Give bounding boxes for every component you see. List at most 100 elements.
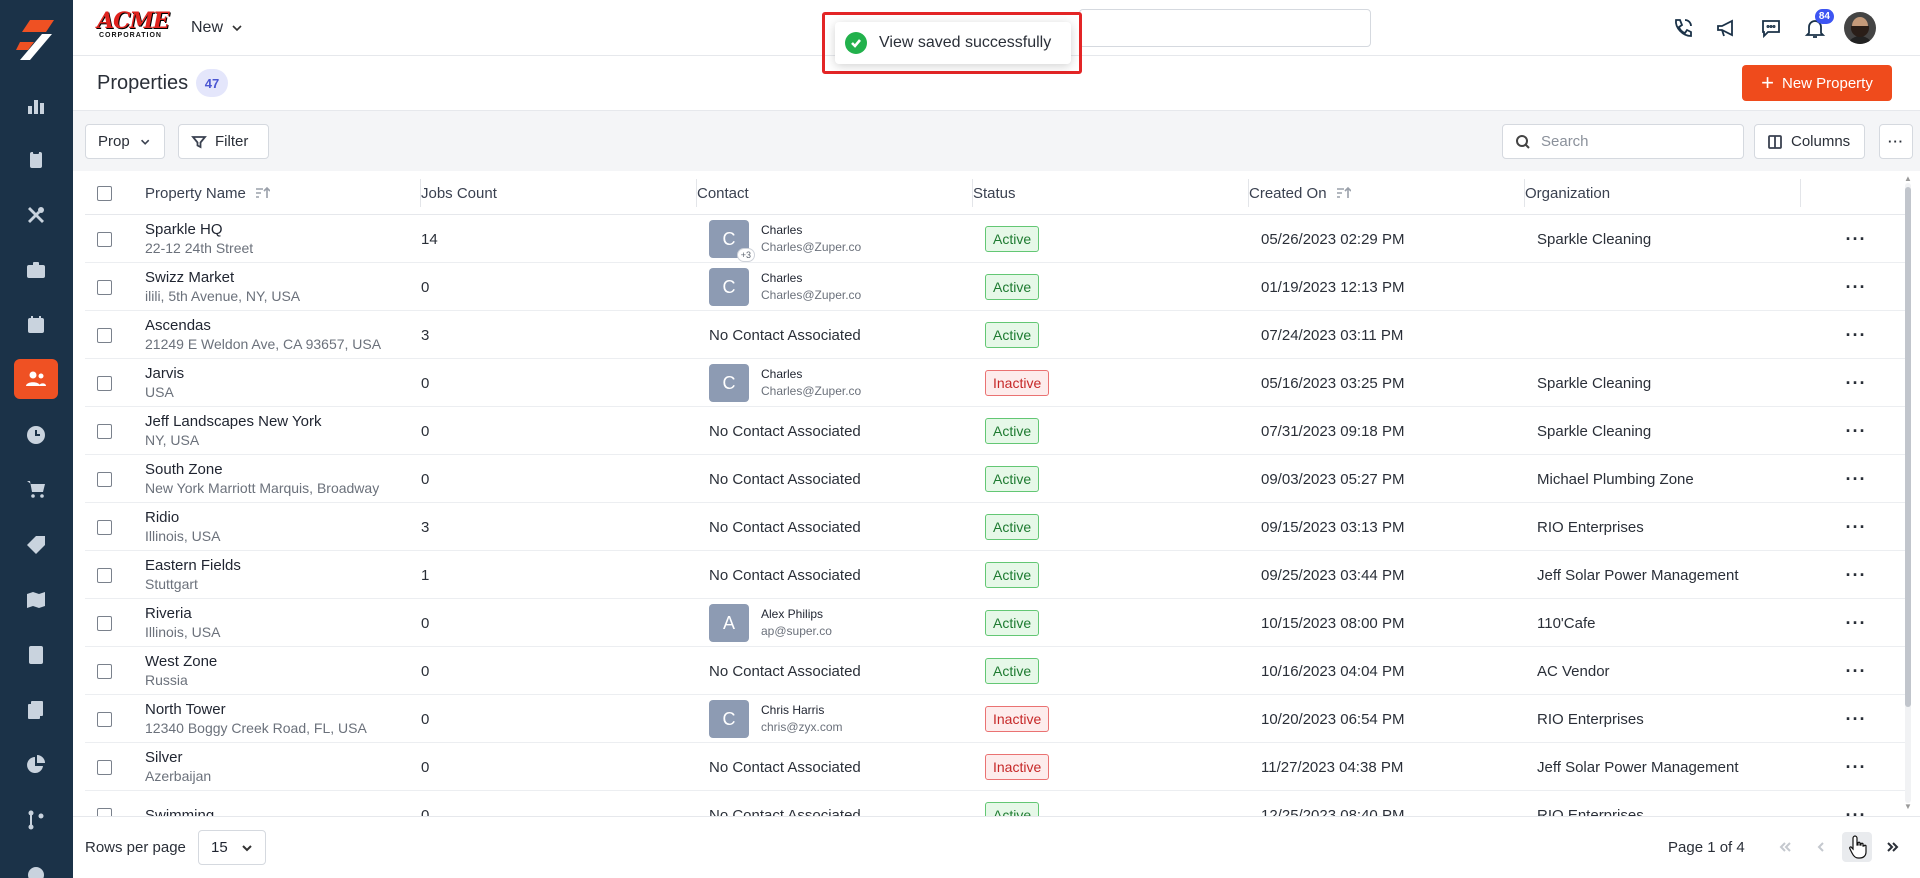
row-actions-button[interactable]: ··· (1841, 359, 1871, 407)
global-search-input[interactable] (1079, 9, 1371, 47)
phone-icon[interactable] (1668, 13, 1698, 43)
contact-cell[interactable]: No Contact Associated (697, 791, 957, 817)
contact-cell[interactable]: A Alex Philips ap@super.co (697, 599, 957, 647)
property-name-cell[interactable]: Ridio Illinois, USA (145, 503, 413, 551)
new-property-button[interactable]: + New Property (1742, 65, 1892, 101)
row-checkbox[interactable] (97, 231, 112, 247)
clock-icon[interactable] (14, 415, 58, 455)
property-name-cell[interactable]: West Zone Russia (145, 647, 413, 695)
table-row[interactable]: Riveria Illinois, USA 0 A Alex Philips ap@sup… (85, 599, 1905, 647)
property-name-cell[interactable]: South Zone New York Marriott Marquis, Bro… (145, 455, 413, 503)
tools-icon[interactable] (14, 195, 58, 235)
col-status[interactable]: Status (973, 171, 1249, 215)
row-checkbox[interactable] (97, 375, 112, 391)
prev-page-button[interactable] (1806, 832, 1836, 862)
workflow-icon[interactable] (14, 800, 58, 840)
table-row[interactable]: Jeff Landscapes New York NY, USA 0 No Conta… (85, 407, 1905, 455)
row-actions-button[interactable]: ··· (1841, 215, 1871, 263)
row-checkbox[interactable] (97, 279, 112, 295)
property-name[interactable]: Swimming (145, 806, 214, 817)
new-dropdown[interactable]: New (191, 16, 243, 40)
row-actions-button[interactable]: ··· (1841, 647, 1871, 695)
table-row[interactable]: North Tower 12340 Boggy Creek Road, FL, U… (85, 695, 1905, 743)
map-icon[interactable] (14, 580, 58, 620)
row-checkbox[interactable] (97, 567, 112, 583)
property-name-cell[interactable]: Swimming (145, 791, 413, 817)
calendar-icon[interactable] (14, 305, 58, 345)
property-name-cell[interactable]: North Tower 12340 Boggy Creek Road, FL, U… (145, 695, 413, 743)
documents-icon[interactable] (14, 690, 58, 730)
property-name-cell[interactable]: Jarvis USA (145, 359, 413, 407)
row-actions-button[interactable]: ··· (1841, 743, 1871, 791)
reports-icon[interactable] (14, 86, 58, 126)
table-scrollbar[interactable]: ▲ ▼ (1901, 171, 1915, 816)
table-row[interactable]: South Zone New York Marriott Marquis, Bro… (85, 455, 1905, 503)
cart-icon[interactable] (14, 469, 58, 509)
megaphone-icon[interactable] (1712, 13, 1742, 43)
col-contact[interactable]: Contact (697, 171, 973, 215)
calculator-icon[interactable] (14, 635, 58, 675)
scroll-down-arrow-icon[interactable]: ▼ (1903, 803, 1913, 811)
tag-icon[interactable] (14, 525, 58, 565)
sort-icon[interactable] (1335, 186, 1351, 200)
contact-cell[interactable]: No Contact Associated (697, 311, 957, 359)
row-actions-button[interactable]: ··· (1841, 599, 1871, 647)
jobs-icon[interactable] (14, 140, 58, 180)
row-actions-button[interactable]: ··· (1841, 407, 1871, 455)
table-row[interactable]: Eastern Fields Stuttgart 1 No Contact Assoc… (85, 551, 1905, 599)
rows-per-page-select[interactable]: 15 (198, 830, 266, 865)
row-actions-button[interactable]: ··· (1841, 263, 1871, 311)
scrollbar-thumb[interactable] (1905, 187, 1911, 707)
notifications-bell-icon[interactable]: 84 (1800, 9, 1834, 43)
row-actions-button[interactable]: ··· (1841, 311, 1871, 359)
view-selector[interactable]: Prop (85, 124, 165, 159)
property-name[interactable]: Eastern Fields (145, 556, 241, 575)
property-name-cell[interactable]: Sparkle HQ 22-12 24th Street (145, 215, 413, 263)
table-row[interactable]: Ridio Illinois, USA 3 No Contact Associated… (85, 503, 1905, 551)
pie-chart-icon[interactable] (14, 745, 58, 785)
row-checkbox[interactable] (97, 327, 112, 343)
property-name[interactable]: South Zone (145, 460, 223, 479)
app-logo-icon[interactable] (16, 18, 56, 62)
property-name[interactable]: West Zone (145, 652, 217, 671)
property-name-cell[interactable]: Silver Azerbaijan (145, 743, 413, 791)
property-name[interactable]: Silver (145, 748, 183, 767)
col-created-on[interactable]: Created On (1249, 171, 1525, 215)
table-row[interactable]: Sparkle HQ 22-12 24th Street 14 C +3 Charles C… (85, 215, 1905, 263)
select-all-checkbox[interactable] (97, 185, 112, 201)
table-row[interactable]: Swizz Market ilili, 5th Avenue, NY, USA 0 C… (85, 263, 1905, 311)
property-name[interactable]: Riveria (145, 604, 192, 623)
sort-icon[interactable] (254, 186, 270, 200)
property-name[interactable]: Sparkle HQ (145, 220, 223, 239)
table-row[interactable]: West Zone Russia 0 No Contact Associated Act… (85, 647, 1905, 695)
row-checkbox[interactable] (97, 759, 112, 775)
first-page-button[interactable] (1770, 832, 1800, 862)
col-organization[interactable]: Organization (1525, 171, 1801, 215)
row-checkbox[interactable] (97, 519, 112, 535)
property-name-cell[interactable]: Eastern Fields Stuttgart (145, 551, 413, 599)
row-checkbox[interactable] (97, 807, 112, 816)
row-checkbox[interactable] (97, 423, 112, 439)
col-jobs-count[interactable]: Jobs Count (421, 171, 697, 215)
property-name[interactable]: Swizz Market (145, 268, 234, 287)
search-input[interactable] (1541, 133, 1731, 150)
contact-cell[interactable]: C Charles Charles@Zuper.co (697, 359, 957, 407)
contact-cell[interactable]: No Contact Associated (697, 503, 957, 551)
table-row[interactable]: Swimming 0 No Contact Associated Active 12/2… (85, 791, 1905, 816)
contact-cell[interactable]: No Contact Associated (697, 647, 957, 695)
property-name[interactable]: North Tower (145, 700, 226, 719)
property-name-cell[interactable]: Swizz Market ilili, 5th Avenue, NY, USA (145, 263, 413, 311)
row-checkbox[interactable] (97, 663, 112, 679)
property-name[interactable]: Jeff Landscapes New York (145, 412, 322, 431)
settings-icon[interactable] (14, 855, 58, 878)
user-avatar[interactable] (1844, 12, 1876, 44)
table-search[interactable] (1502, 124, 1744, 159)
more-options-button[interactable]: ··· (1879, 124, 1913, 159)
contact-cell[interactable]: C +3 Charles Charles@Zuper.co (697, 215, 957, 263)
row-actions-button[interactable]: ··· (1841, 695, 1871, 743)
property-name[interactable]: Jarvis (145, 364, 184, 383)
columns-button[interactable]: Columns (1754, 124, 1865, 159)
row-actions-button[interactable]: ··· (1841, 455, 1871, 503)
chat-icon[interactable] (1756, 13, 1786, 43)
row-actions-button[interactable]: ··· (1841, 503, 1871, 551)
